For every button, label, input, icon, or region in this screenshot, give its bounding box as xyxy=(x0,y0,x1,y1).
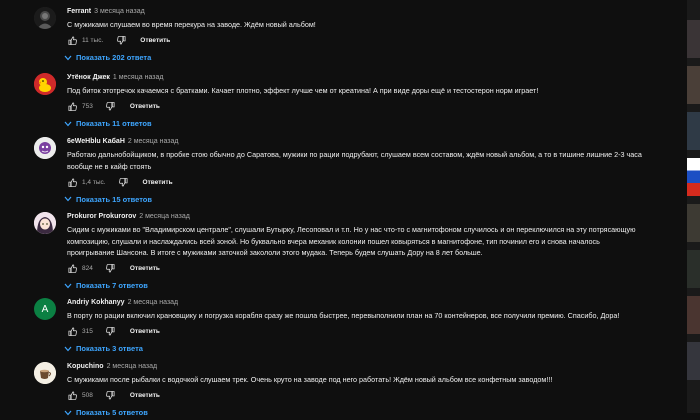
chevron-down-icon xyxy=(63,344,73,354)
like-count: 753 xyxy=(82,103,93,110)
show-replies-button[interactable]: Показать 3 ответа xyxy=(63,342,647,356)
dislike-icon[interactable] xyxy=(106,264,116,274)
chevron-down-icon xyxy=(63,281,73,291)
comment-text: Под биток этотречок качаемся с братками.… xyxy=(67,86,539,95)
comment-text: Работаю дальнобойщиком, в пробке стою об… xyxy=(67,150,642,171)
show-replies-label: Показать 3 ответа xyxy=(76,344,143,353)
comment-author[interactable]: Утёнок Джек xyxy=(67,74,110,81)
recommended-thumbnails-strip xyxy=(687,0,700,413)
avatar-letter: A xyxy=(41,303,49,315)
like-icon[interactable] xyxy=(67,391,77,401)
comment-timestamp[interactable]: 2 месяца назад xyxy=(107,363,158,370)
like-count: 1,4 тыс. xyxy=(82,178,106,186)
comment-timestamp[interactable]: 3 месяца назад xyxy=(94,8,145,15)
dislike-icon[interactable] xyxy=(106,391,116,401)
comment-timestamp[interactable]: 2 месяца назад xyxy=(139,213,190,220)
chevron-down-icon xyxy=(63,119,73,129)
avatar[interactable] xyxy=(34,212,56,234)
dislike-icon[interactable] xyxy=(106,327,116,337)
video-thumbnail[interactable] xyxy=(687,204,700,242)
avatar[interactable] xyxy=(34,137,56,159)
video-thumbnail[interactable] xyxy=(687,250,700,288)
like-icon[interactable] xyxy=(67,36,77,46)
comment-timestamp[interactable]: 2 месяца назад xyxy=(128,299,179,306)
comment-timestamp[interactable]: 1 месяца назад xyxy=(113,74,164,81)
show-replies-label: Показать 11 ответов xyxy=(76,119,152,128)
reply-button[interactable]: Ответить xyxy=(130,103,160,110)
reply-button[interactable]: Ответить xyxy=(140,37,170,44)
show-replies-label: Показать 7 ответов xyxy=(76,281,148,290)
comment-author[interactable]: Kopuchino xyxy=(67,363,104,370)
avatar[interactable] xyxy=(34,7,56,29)
reply-button[interactable]: Ответить xyxy=(143,179,173,186)
video-thumbnail[interactable] xyxy=(687,66,700,104)
video-thumbnail[interactable] xyxy=(687,342,700,380)
video-thumbnail[interactable] xyxy=(687,158,700,196)
like-count: 824 xyxy=(82,265,93,272)
show-replies-button[interactable]: Показать 7 ответов xyxy=(63,279,647,293)
comment-author[interactable]: 6eWeHblu KaбaH xyxy=(67,138,125,145)
dislike-icon[interactable] xyxy=(116,36,126,46)
like-icon[interactable] xyxy=(67,177,77,187)
comment-text: С мужиками слушаем во время перекура на … xyxy=(67,20,316,29)
avatar[interactable]: A xyxy=(34,298,56,320)
comment-author[interactable]: Ferrant xyxy=(67,8,91,15)
show-replies-label: Показать 15 ответов xyxy=(76,194,152,204)
avatar[interactable] xyxy=(34,73,56,95)
like-count: 508 xyxy=(82,392,93,399)
like-count: 11 тыс. xyxy=(82,37,104,44)
comment-text: Сидим с мужиками во "Владимирском центра… xyxy=(67,225,636,257)
video-thumbnail[interactable] xyxy=(687,296,700,334)
comment-author[interactable]: Andriy Kokhanyy xyxy=(67,299,125,306)
comment-text: С мужиками после рыбалки с водочкой слуш… xyxy=(67,375,553,384)
reply-button[interactable]: Ответить xyxy=(130,328,160,335)
like-icon[interactable] xyxy=(67,264,77,274)
dislike-icon[interactable] xyxy=(119,177,129,187)
like-count: 315 xyxy=(82,328,93,335)
comment-timestamp[interactable]: 2 месяца назад xyxy=(128,138,179,145)
reply-button[interactable]: Ответить xyxy=(130,392,160,399)
show-replies-label: Показать 202 ответа xyxy=(76,53,152,62)
show-replies-button[interactable]: Показать 202 ответа xyxy=(63,51,647,65)
video-thumbnail[interactable] xyxy=(687,112,700,150)
avatar[interactable] xyxy=(34,362,56,384)
comment-author[interactable]: Prokuror Prokurorov xyxy=(67,213,136,220)
comment-text: В порту по рации включил крановщику и по… xyxy=(67,311,620,320)
like-icon[interactable] xyxy=(67,102,77,112)
dislike-icon[interactable] xyxy=(106,102,116,112)
reply-button[interactable]: Ответить xyxy=(130,265,160,272)
show-replies-button[interactable]: Показать 11 ответов xyxy=(63,117,647,131)
chevron-down-icon xyxy=(63,194,73,204)
video-thumbnail[interactable] xyxy=(687,20,700,58)
chevron-down-icon xyxy=(63,53,73,63)
like-icon[interactable] xyxy=(67,327,77,337)
show-replies-button[interactable]: Показать 15 ответов xyxy=(63,192,647,206)
